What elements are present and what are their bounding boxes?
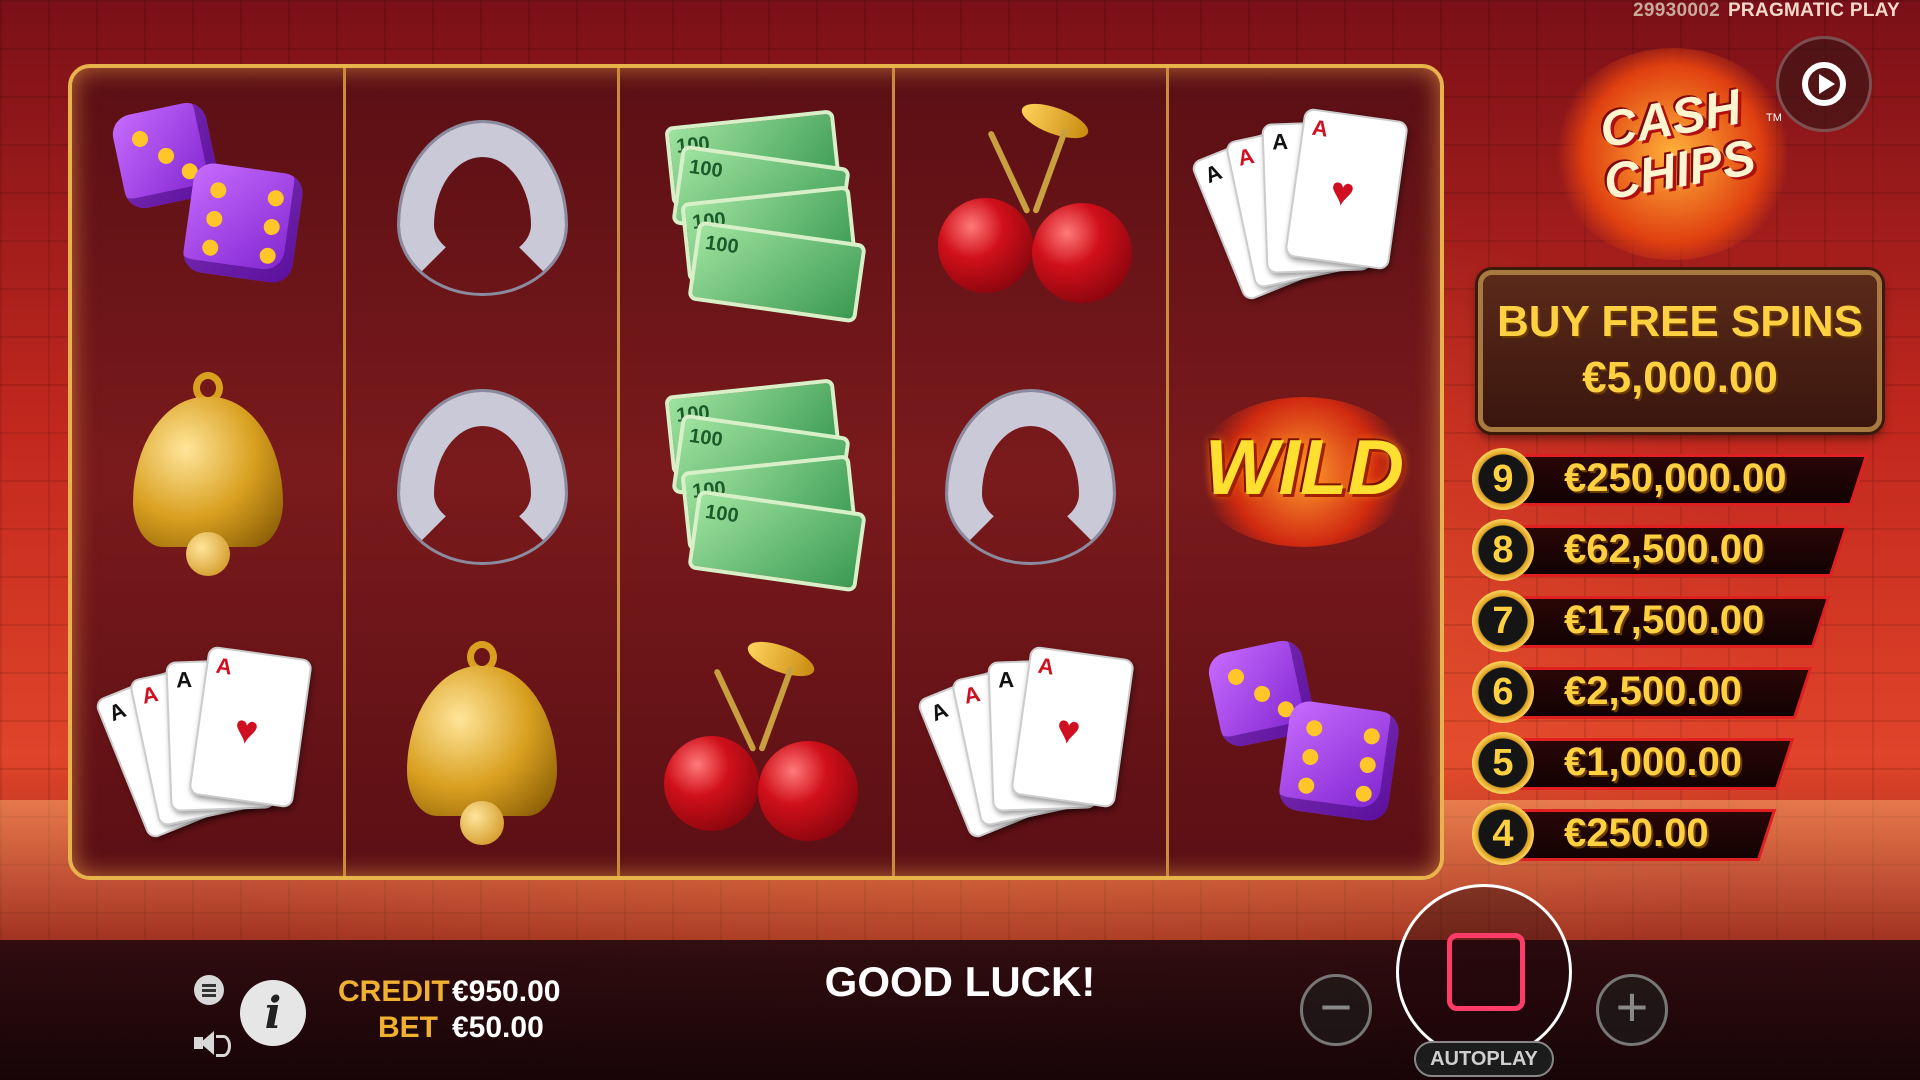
reel-cell: 100100100100 <box>620 337 891 606</box>
reel-1: A♣A♥A♣A♥ <box>72 68 347 876</box>
bell-symbol-icon <box>372 636 592 846</box>
reel-cell <box>346 607 617 876</box>
sound-icon[interactable] <box>194 1028 234 1058</box>
cherries-symbol-icon <box>920 96 1140 308</box>
wild-symbol-icon: WILD <box>1194 367 1415 577</box>
paytable-value: €250,000.00 <box>1564 456 1787 500</box>
paytable-row: 7 €17,500.00 <box>1472 590 1892 652</box>
game-id-label: 29930002 PRAGMATIC PLAY <box>1633 0 1900 22</box>
paytable-row: 8 €62,500.00 <box>1472 519 1892 581</box>
game-id: 29930002 <box>1633 0 1720 21</box>
cards-symbol-icon: A♣A♥A♣A♥ <box>1190 98 1414 308</box>
horseshoe-symbol-icon <box>372 98 592 308</box>
stop-icon <box>1447 933 1525 1011</box>
chip-count-icon: 6 <box>1472 661 1534 723</box>
paytable-value: €1,000.00 <box>1564 740 1742 784</box>
autoplay-button[interactable]: AUTOPLAY <box>1414 1041 1554 1077</box>
horseshoe-symbol-icon <box>372 367 592 577</box>
reel-4: A♣A♥A♣A♥ <box>895 68 1169 876</box>
paytable-row: 5 €1,000.00 <box>1472 732 1892 794</box>
paytable-value: €62,500.00 <box>1564 527 1765 571</box>
chip-count-icon: 4 <box>1472 803 1534 865</box>
status-message: GOOD LUCK! <box>824 958 1096 1005</box>
dice-symbol-icon <box>1194 636 1414 846</box>
money-symbol-icon: 100100100100 <box>646 367 867 593</box>
reel-3: 100100100100 100100100100 <box>620 68 895 876</box>
reel-cell <box>72 337 343 606</box>
cards-symbol-icon: A♣A♥A♣A♥ <box>93 636 318 846</box>
reel-cell <box>895 68 1166 337</box>
credit-value: €950.00 <box>452 975 561 1008</box>
chip-count-icon: 7 <box>1472 590 1534 652</box>
cards-symbol-icon: A♣A♥A♣A♥ <box>915 636 1140 846</box>
credit-label: CREDIT <box>338 975 450 1008</box>
reel-cell <box>346 68 617 337</box>
logo-tm: TM <box>1766 112 1782 124</box>
paytable-value: €250.00 <box>1564 811 1709 855</box>
reel-cell <box>72 68 343 337</box>
bet-label: BET <box>378 1011 438 1044</box>
paytable-value: €2,500.00 <box>1564 669 1742 713</box>
reel-cell: 100100100100 <box>620 68 891 337</box>
reel-cell: A♣A♥A♣A♥ <box>72 607 343 876</box>
buy-free-spins-title: BUY FREE SPINS <box>1497 297 1863 346</box>
reel-cell: A♣A♥A♣A♥ <box>1169 68 1440 337</box>
dice-symbol-icon <box>98 98 318 308</box>
bet-value: €50.00 <box>452 1011 544 1044</box>
buy-free-spins-button[interactable]: BUY FREE SPINS €5,000.00 <box>1478 270 1882 432</box>
paytable-row: 9 €250,000.00 <box>1472 448 1892 510</box>
provider-name: PRAGMATIC PLAY <box>1727 0 1900 21</box>
chip-count-icon: 8 <box>1472 519 1534 581</box>
paytable-value: €17,500.00 <box>1564 598 1765 642</box>
spin-stop-button[interactable] <box>1396 884 1572 1060</box>
reel-2 <box>346 68 621 876</box>
bell-symbol-icon <box>98 367 318 577</box>
info-button[interactable]: i <box>240 980 306 1046</box>
chip-paytable: 9 €250,000.00 8 €62,500.00 7 €17,500.00 6 €2,50… <box>1472 448 1892 874</box>
paytable-row: 6 €2,500.00 <box>1472 661 1892 723</box>
cherries-symbol-icon <box>646 635 866 846</box>
money-symbol-icon: 100100100100 <box>646 98 867 324</box>
reel-cell <box>620 607 891 876</box>
reel-cell <box>895 337 1166 606</box>
play-circle-icon <box>1802 62 1846 106</box>
horseshoe-symbol-icon <box>920 367 1140 577</box>
reel-5: A♣A♥A♣A♥ WILD <box>1169 68 1440 876</box>
increase-bet-button[interactable]: + <box>1596 974 1668 1046</box>
reel-grid[interactable]: A♣A♥A♣A♥100100100100100100100100A♣A♥A♣A♥… <box>68 64 1444 880</box>
reel-cell: A♣A♥A♣A♥ <box>895 607 1166 876</box>
reel-cell <box>346 337 617 606</box>
decrease-bet-button[interactable]: − <box>1300 974 1372 1046</box>
reel-cell: WILD <box>1169 337 1440 606</box>
buy-free-spins-price: €5,000.00 <box>1582 353 1778 402</box>
reel-cell <box>1169 607 1440 876</box>
quick-spin-button[interactable] <box>1776 36 1872 132</box>
chip-count-icon: 5 <box>1472 732 1534 794</box>
chip-count-icon: 9 <box>1472 448 1534 510</box>
paytable-row: 4 €250.00 <box>1472 803 1892 865</box>
menu-icon[interactable] <box>194 975 224 1005</box>
